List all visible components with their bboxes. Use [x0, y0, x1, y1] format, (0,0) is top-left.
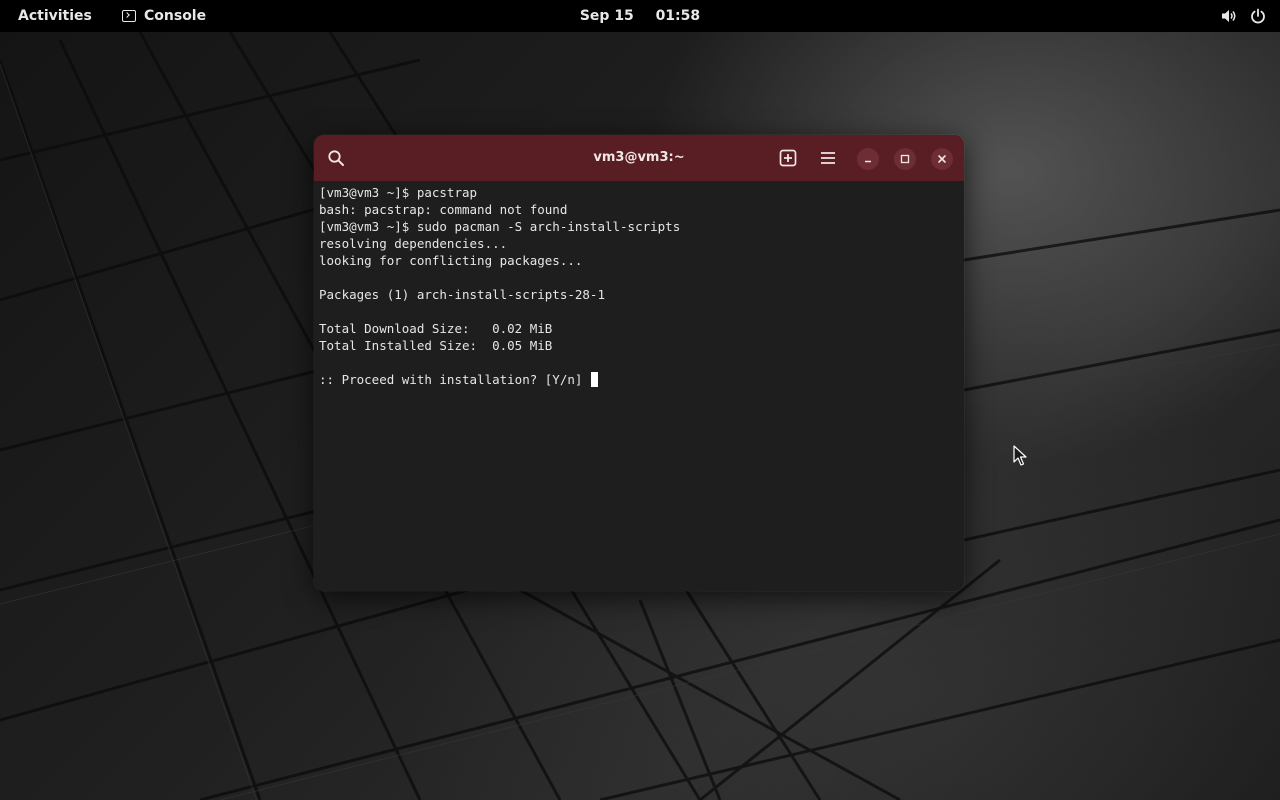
terminal-line: Total Download Size: 0.02 MiB	[319, 321, 553, 336]
terminal-icon	[122, 10, 136, 22]
terminal-area[interactable]: [vm3@vm3 ~]$ pacstrap bash: pacstrap: co…	[314, 181, 964, 591]
menu-icon	[821, 152, 835, 164]
terminal-line: Packages (1) arch-install-scripts-28-1	[319, 287, 605, 302]
clock-date: Sep 15	[579, 8, 634, 24]
terminal-prompt: :: Proceed with installation? [Y/n]	[319, 372, 590, 387]
system-menu-button[interactable]	[1220, 0, 1266, 32]
terminal-line: [vm3@vm3 ~]$ sudo pacman -S arch-install…	[319, 219, 681, 234]
text-cursor	[590, 372, 598, 387]
new-tab-button[interactable]	[774, 144, 802, 172]
terminal-line: resolving dependencies...	[319, 236, 508, 251]
main-menu-button[interactable]	[814, 144, 842, 172]
clock-button[interactable]: Sep 15 01:58	[568, 8, 712, 24]
close-button[interactable]	[931, 148, 953, 170]
terminal-line: Total Installed Size: 0.05 MiB	[319, 338, 553, 353]
window-header-bar[interactable]: vm3@vm3:~	[314, 135, 964, 181]
search-button[interactable]	[322, 144, 350, 172]
terminal-prompt-line: :: Proceed with installation? [Y/n]	[319, 371, 959, 388]
volume-icon	[1220, 8, 1238, 24]
maximize-button[interactable]	[894, 148, 916, 170]
search-icon	[328, 150, 344, 166]
terminal-line: looking for conflicting packages...	[319, 253, 583, 268]
top-bar: Activities Console Sep 15 01:58	[0, 0, 1280, 32]
activities-button[interactable]: Activities	[12, 0, 98, 32]
window-title: vm3@vm3:~	[593, 150, 685, 165]
new-tab-icon	[779, 149, 797, 167]
mouse-pointer-icon	[1013, 445, 1029, 471]
minimize-button[interactable]	[857, 148, 879, 170]
clock-time: 01:58	[655, 8, 701, 24]
minimize-icon	[865, 160, 871, 163]
app-menu-button[interactable]: Console	[116, 0, 212, 32]
terminal-line: bash: pacstrap: command not found	[319, 202, 568, 217]
terminal-window: vm3@vm3:~ [vm3@vm3 ~]$ pacstrap bash: pa…	[314, 135, 964, 591]
close-icon	[938, 155, 946, 163]
terminal-line: [vm3@vm3 ~]$ pacstrap	[319, 185, 478, 200]
power-icon	[1250, 8, 1266, 24]
maximize-icon	[900, 154, 910, 164]
app-menu-label: Console	[144, 8, 207, 24]
